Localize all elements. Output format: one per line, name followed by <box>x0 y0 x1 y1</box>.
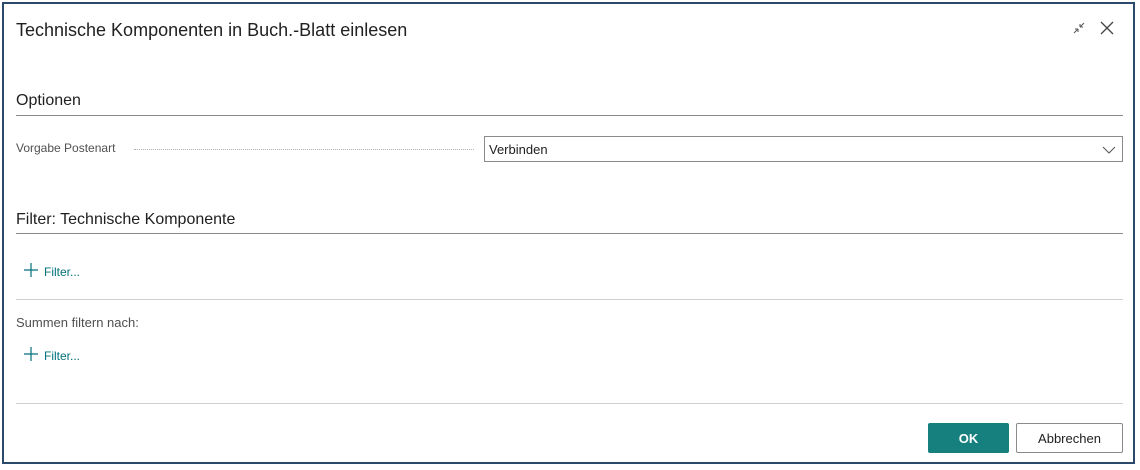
totals-divider <box>16 299 1123 300</box>
filter-divider <box>16 233 1123 234</box>
add-totals-filter-link[interactable]: Filter... <box>24 347 80 364</box>
chevron-down-icon <box>1102 143 1116 157</box>
collapse-icon <box>1071 20 1087 41</box>
dialog: Technische Komponenten in Buch.-Blatt ei… <box>2 2 1135 464</box>
ok-button[interactable]: OK <box>928 423 1009 453</box>
plus-icon <box>24 347 44 364</box>
add-filter-label: Filter... <box>44 264 81 279</box>
add-filter-link[interactable]: Filter... <box>24 263 80 280</box>
footer-divider <box>16 403 1123 404</box>
default-entry-type-value: Verbinden <box>489 141 548 157</box>
close-button[interactable] <box>1096 19 1118 41</box>
options-divider <box>16 115 1123 116</box>
default-entry-type-select[interactable]: Verbinden <box>484 136 1123 162</box>
totals-filter-label: Summen filtern nach: <box>16 315 139 330</box>
cancel-button[interactable]: Abbrechen <box>1016 423 1123 453</box>
collapse-button[interactable] <box>1068 19 1090 41</box>
filter-heading: Filter: Technische Komponente <box>16 211 236 228</box>
options-heading: Optionen <box>16 92 81 109</box>
default-entry-type-label: Vorgabe Postenart <box>16 141 116 155</box>
plus-icon <box>24 263 44 280</box>
label-leader-dots <box>134 149 474 150</box>
add-totals-filter-label: Filter... <box>44 348 81 363</box>
dialog-title: Technische Komponenten in Buch.-Blatt ei… <box>16 20 408 40</box>
close-icon <box>1099 20 1115 41</box>
